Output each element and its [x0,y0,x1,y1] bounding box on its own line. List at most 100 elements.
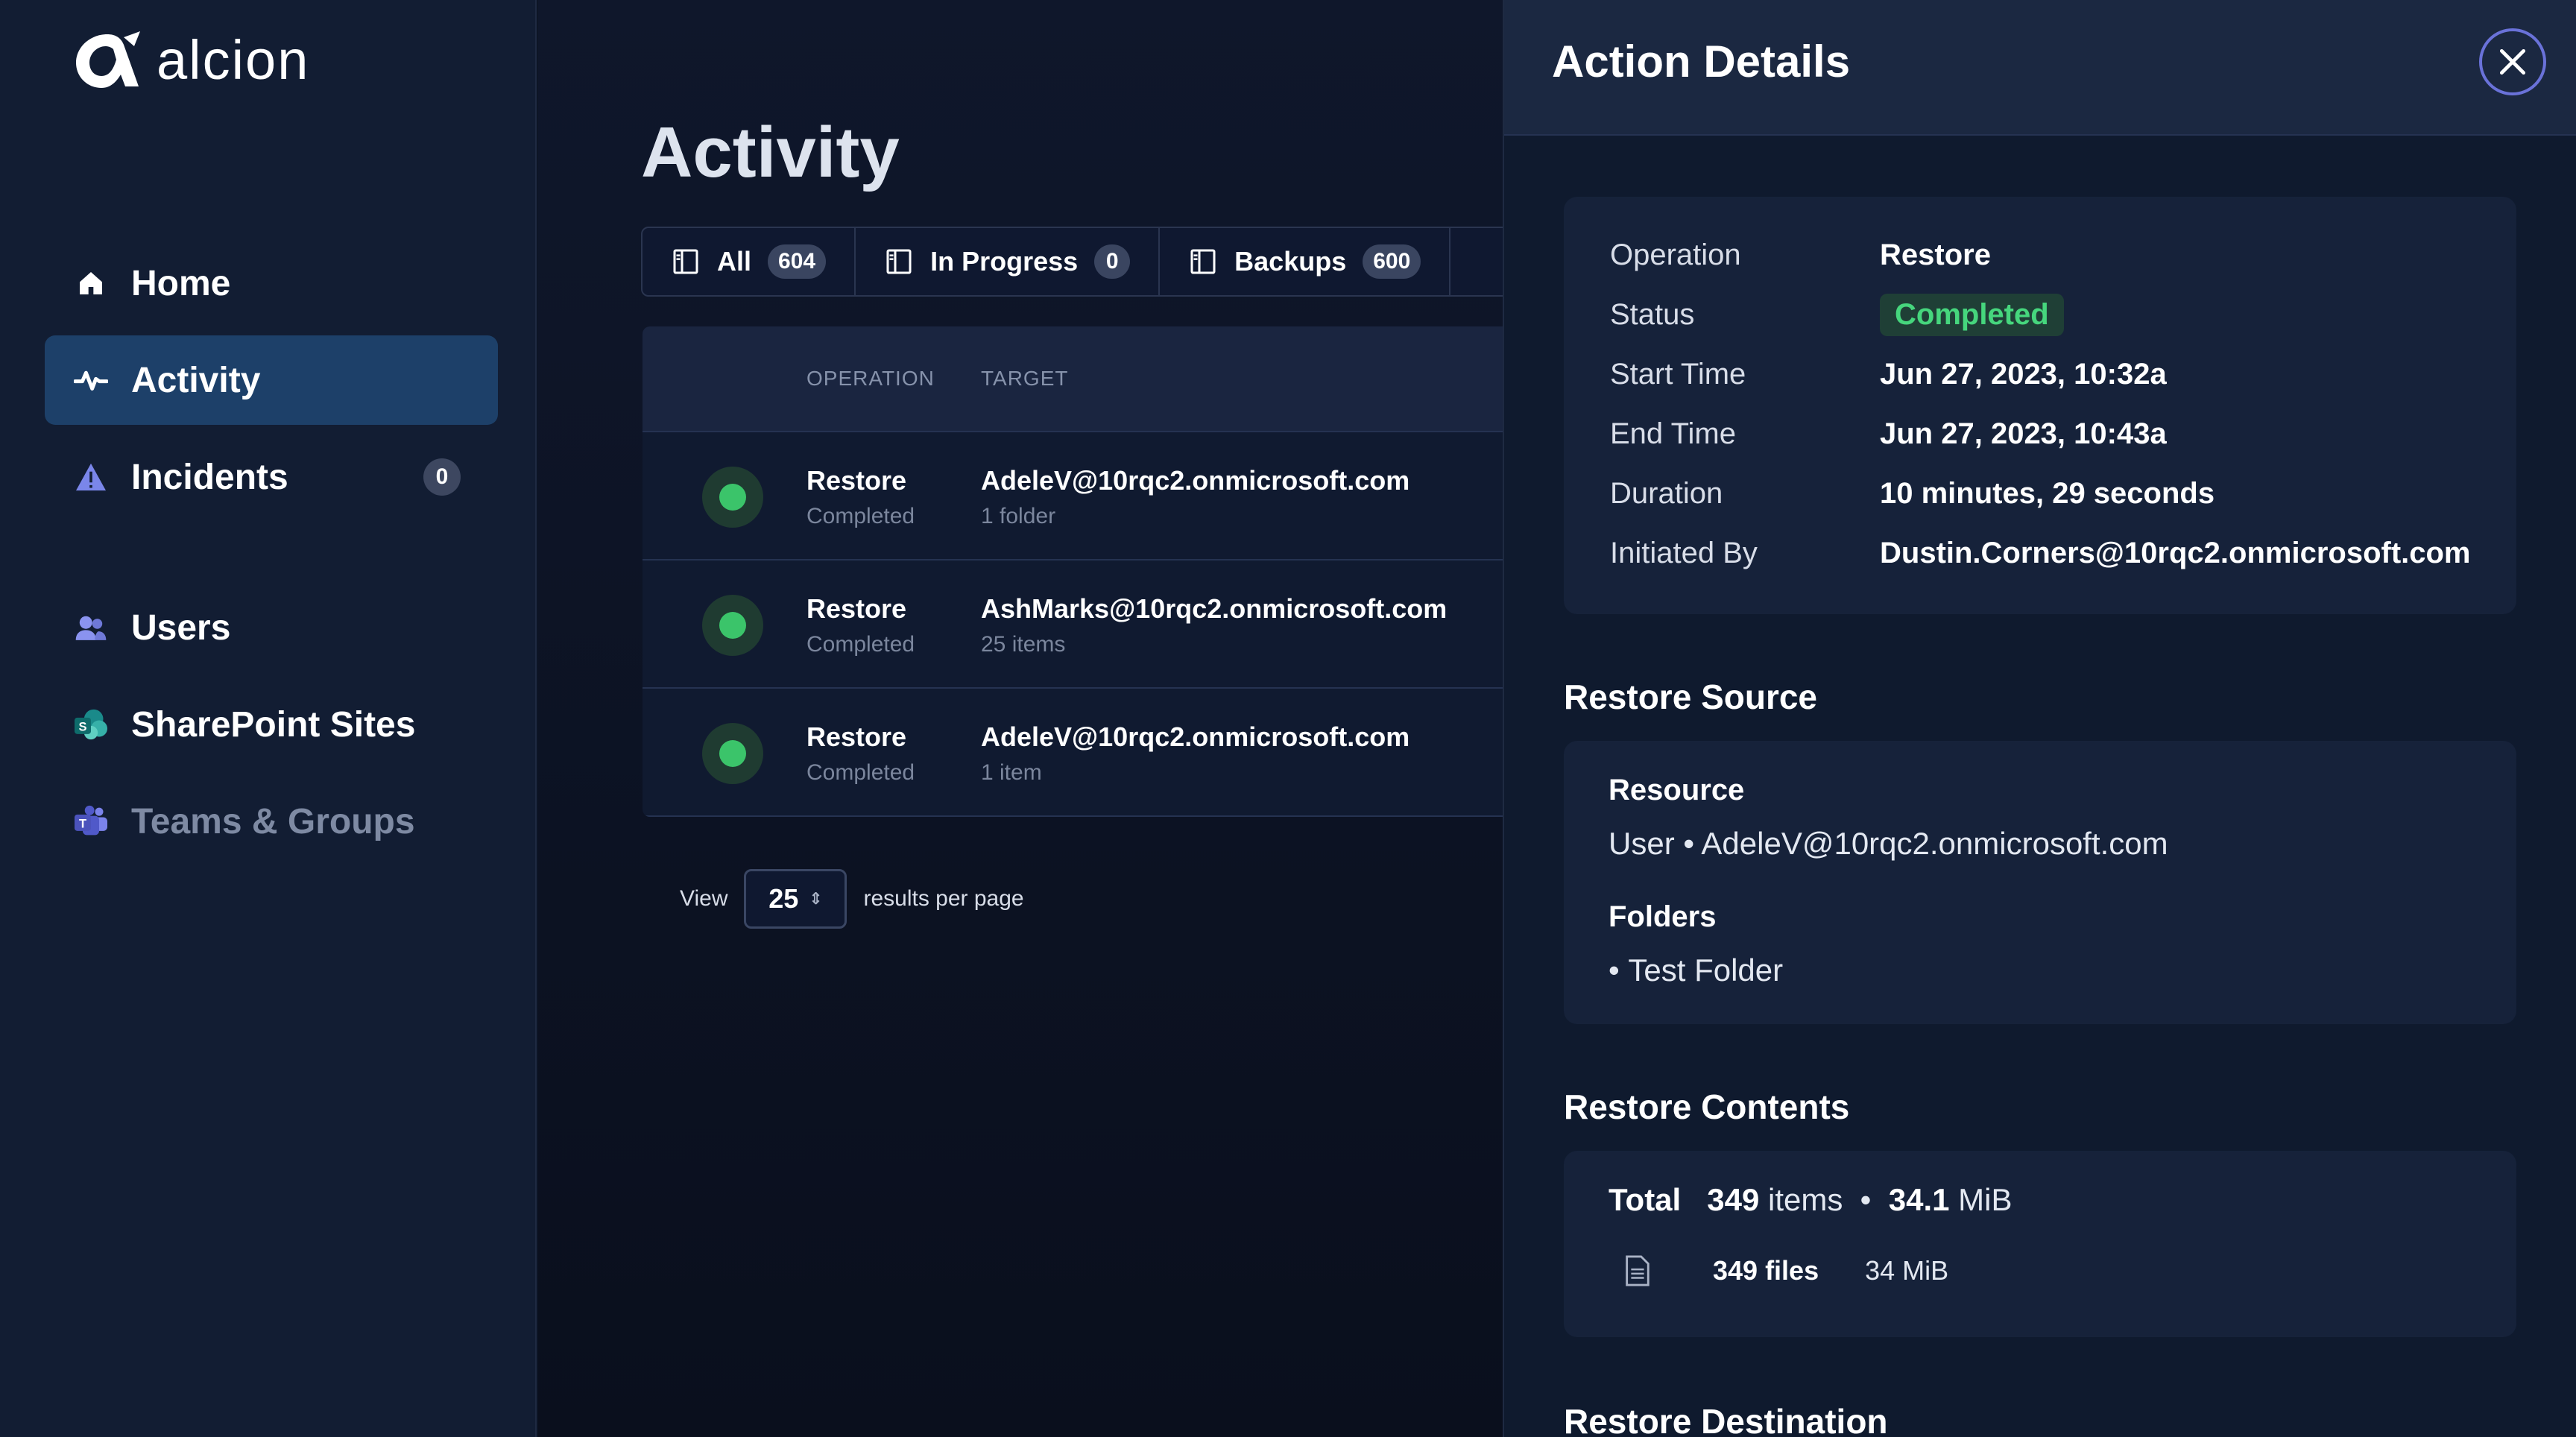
nav-label-users: Users [131,607,231,648]
pager-suffix-label: results per page [863,886,1024,911]
tab-in-progress-label: In Progress [930,246,1079,277]
restore-contents-title: Restore Contents [1564,1087,1850,1126]
field-value: 10 minutes, 29 seconds [1880,476,2215,510]
row-status: Completed [806,632,915,657]
row-target-detail: 1 folder [981,504,1056,528]
row-target: AshMarks@10rqc2.onmicrosoft.com [981,593,1448,624]
field-label: Duration [1610,476,1723,510]
total-size: 34.1 [1888,1182,1950,1217]
sidebar: alcion Home Activity Incidents 0 Users S… [0,0,537,1437]
panel-icon [673,249,698,274]
row-status: Completed [806,504,915,528]
field-status: Status Completed [1610,292,2064,337]
row-target-detail: 1 item [981,760,1042,785]
field-operation: Operation Restore [1610,233,1991,277]
page-size-value: 25 [768,883,799,914]
nav-item-sharepoint[interactable]: S SharePoint Sites [45,680,498,769]
nav-item-users[interactable]: Users [45,583,498,672]
restore-source-title: Restore Source [1564,678,1818,716]
folders-label: Folders [1609,900,1717,933]
field-label: Initiated By [1610,536,1758,569]
restore-source-card: Resource User • AdeleV@10rqc2.onmicrosof… [1564,741,2516,1024]
row-target: AdeleV@10rqc2.onmicrosoft.com [981,721,1410,752]
close-icon [2499,48,2526,75]
users-icon [73,610,109,645]
main-nav: Home Activity Incidents 0 Users S ShareP… [45,239,498,874]
sharepoint-icon: S [73,707,109,742]
tab-backups-count: 600 [1363,244,1421,279]
resource-label: Resource [1609,774,1745,806]
total-label: Total [1609,1182,1682,1217]
brand-name: alcion [157,29,310,91]
updown-chevron-icon: ⇕ [809,889,823,908]
tab-backups-label: Backups [1234,246,1347,277]
nav-item-teams[interactable]: T Teams & Groups [45,777,498,866]
field-label: Operation [1610,238,1741,271]
panel-header: Action Details [1504,0,2576,136]
field-end-time: End Time Jun 27, 2023, 10:43a [1610,411,2167,456]
tab-in-progress-count: 0 [1094,244,1131,279]
panel-title: Action Details [1552,37,1851,86]
page-size-select[interactable]: 25 ⇕ [744,869,847,929]
alcion-logo-icon [76,31,140,88]
row-target: AdeleV@10rqc2.onmicrosoft.com [981,465,1410,496]
close-button[interactable] [2479,28,2546,95]
action-details-panel: Action Details Operation Restore Status … [1503,0,2576,1437]
svg-text:S: S [78,720,86,733]
row-operation: Restore [806,593,907,624]
files-count: 349 files [1713,1255,1819,1286]
brand-logo[interactable]: alcion [72,28,309,92]
tab-in-progress[interactable]: In Progress 0 [856,228,1161,295]
main-content: Activity All 604 In Progress 0 Backups 6… [538,0,1504,1437]
table-row[interactable]: Restore Completed AdeleV@10rqc2.onmicros… [643,432,1504,560]
items-word: items [1767,1182,1843,1217]
activity-table: OPERATION TARGET Restore Completed Adele… [643,326,1504,817]
nav-item-incidents[interactable]: Incidents 0 [45,432,498,522]
bullet: • [1609,953,1629,988]
incidents-count-badge: 0 [423,458,461,496]
field-value: Dustin.Corners@10rqc2.onmicrosoft.com [1880,536,2471,569]
action-summary-card: Operation Restore Status Completed Start… [1564,197,2516,614]
folder-list-item: • Test Folder [1609,953,1783,988]
row-status: Completed [806,760,915,785]
field-start-time: Start Time Jun 27, 2023, 10:32a [1610,352,2167,397]
field-label: Start Time [1610,357,1746,391]
tab-backups[interactable]: Backups 600 [1160,228,1451,295]
svg-text:T: T [79,817,86,830]
page-title: Activity [641,113,900,192]
nav-item-activity[interactable]: Activity [45,335,498,425]
nav-label-teams: Teams & Groups [131,801,415,841]
folder-name: Test Folder [1628,953,1784,988]
table-header: OPERATION TARGET [643,326,1504,432]
bullet: • [1852,1182,1881,1217]
contents-total-line: Total 349 items • 34.1 MiB [1609,1182,2012,1218]
filter-tabs: All 604 In Progress 0 Backups 600 [641,227,1504,297]
pager-view-label: View [680,886,728,911]
status-success-icon [702,723,763,784]
app-window: alcion Home Activity Incidents 0 Users S… [0,0,2576,1437]
row-target-detail: 25 items [981,632,1066,657]
nav-item-home[interactable]: Home [45,239,498,328]
nav-label-activity: Activity [131,360,261,400]
column-header-operation[interactable]: OPERATION [806,367,935,391]
field-label: Status [1610,297,1695,331]
panel-icon [886,249,912,274]
files-size: 34 MiB [1865,1255,1949,1286]
files-summary-row: 349 files 34 MiB [1623,1255,1948,1286]
table-row[interactable]: Restore Completed AdeleV@10rqc2.onmicros… [643,689,1504,817]
warning-icon [73,459,109,495]
table-row[interactable]: Restore Completed AshMarks@10rqc2.onmicr… [643,560,1504,689]
pagination: View 25 ⇕ results per page [680,869,1024,929]
tab-all-label: All [717,246,752,277]
size-unit: MiB [1958,1182,2012,1217]
resource-value: User • AdeleV@10rqc2.onmicrosoft.com [1609,826,2168,861]
field-label: End Time [1610,417,1736,450]
status-success-icon [702,595,763,656]
tab-all[interactable]: All 604 [643,228,856,295]
nav-label-sharepoint: SharePoint Sites [131,704,416,745]
column-header-target[interactable]: TARGET [981,367,1068,391]
status-badge: Completed [1880,293,2064,336]
field-value: Jun 27, 2023, 10:32a [1880,357,2167,391]
restore-destination-title: Restore Destination [1564,1402,1888,1437]
tab-all-count: 604 [768,244,827,279]
